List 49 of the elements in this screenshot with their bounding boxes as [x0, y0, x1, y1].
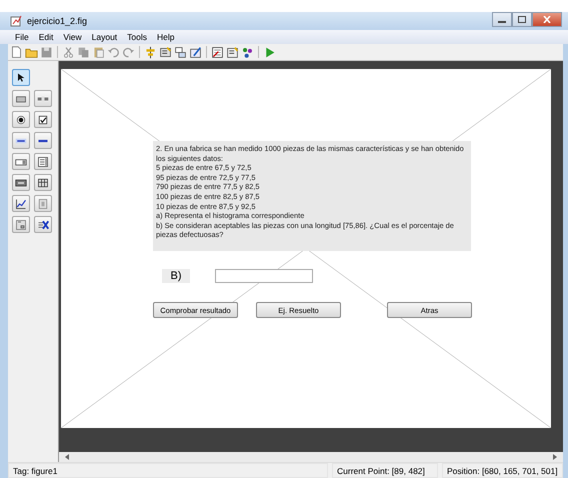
menu-item[interactable]: Help	[152, 32, 180, 42]
close-icon	[543, 16, 551, 23]
figure-file-icon	[10, 15, 23, 27]
table-icon	[37, 176, 49, 188]
button-group-icon	[15, 218, 27, 230]
current-point-label: Current Point: [89, 482]	[332, 463, 438, 478]
maximize-button[interactable]	[512, 12, 532, 27]
tag-label: Tag: figure1	[8, 463, 328, 478]
list-box-icon	[37, 156, 49, 168]
menu-item[interactable]: Edit	[34, 32, 58, 42]
molecule-icon[interactable]	[241, 46, 254, 58]
object-browser-icon[interactable]	[226, 46, 239, 58]
scroll-right-icon[interactable]	[553, 454, 557, 460]
menu-item[interactable]: Layout	[86, 32, 122, 42]
close-button[interactable]	[532, 12, 562, 27]
scroll-left-icon[interactable]	[65, 454, 69, 460]
tool-button[interactable]	[12, 111, 30, 128]
position-label: Position: [680, 165, 701, 501]	[442, 463, 563, 478]
maximize-icon	[518, 16, 526, 23]
menu-item[interactable]: Tools	[122, 32, 152, 42]
tab-order-icon[interactable]	[174, 46, 187, 58]
axes-icon	[15, 198, 27, 210]
answer-label: B)	[162, 269, 190, 283]
tool-button[interactable]	[12, 174, 30, 191]
menu-item[interactable]: View	[58, 32, 87, 42]
tool-button[interactable]	[12, 132, 30, 149]
clipboard-icon[interactable]	[92, 46, 105, 58]
tool-button[interactable]	[12, 195, 30, 212]
toggle-button-icon	[15, 176, 27, 188]
tool-button[interactable]	[34, 132, 52, 149]
panel-icon	[37, 198, 49, 210]
radio-button-icon	[15, 114, 27, 126]
window-title: ejercicio1_2.fig	[27, 16, 88, 26]
tool-button[interactable]	[34, 174, 52, 191]
tool-button[interactable]	[12, 153, 30, 170]
activex-icon	[37, 218, 49, 230]
tool-button[interactable]	[34, 111, 52, 128]
menu-editor-icon[interactable]	[159, 46, 172, 58]
checkbox-icon	[37, 114, 49, 126]
answer-field[interactable]	[215, 269, 313, 283]
editor-icon[interactable]	[189, 46, 202, 58]
pointer-icon	[15, 72, 27, 84]
align-icon[interactable]	[144, 46, 157, 58]
tool-button[interactable]	[12, 69, 30, 86]
horizontal-scrollbar[interactable]	[59, 452, 563, 462]
minimize-button[interactable]	[492, 12, 512, 27]
menu-item[interactable]: File	[10, 32, 34, 42]
inspector-icon[interactable]	[211, 46, 224, 58]
tool-button[interactable]	[34, 216, 52, 233]
